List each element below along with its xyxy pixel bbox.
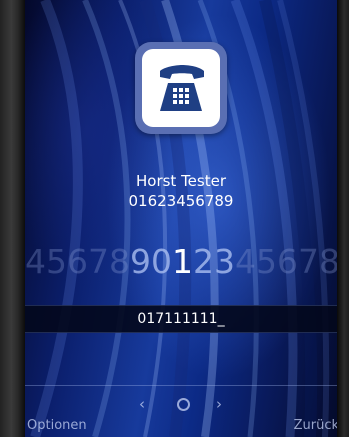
back-softkey[interactable]: Zurück — [294, 418, 337, 434]
digit-option[interactable]: 2 — [193, 244, 214, 280]
nav-left-arrow-icon[interactable]: ‹ — [139, 395, 145, 413]
dial-input-value: 017111111_ — [137, 311, 225, 327]
digit-option[interactable]: 7 — [88, 244, 109, 280]
contact-number: 01623456789 — [128, 192, 234, 210]
digit-option[interactable]: 7 — [298, 244, 319, 280]
dial-input-field[interactable]: 017111111_ — [25, 305, 337, 333]
digit-option[interactable]: 8 — [319, 244, 337, 280]
digit-option[interactable]: 3 — [214, 244, 235, 280]
digit-option[interactable]: 9 — [130, 244, 151, 280]
digit-option[interactable]: 6 — [277, 244, 298, 280]
telephone-icon — [142, 49, 220, 127]
select-circle-icon — [177, 398, 190, 411]
phone-screen: Horst Tester 01623456789 456789012345678… — [25, 0, 337, 437]
digit-option[interactable]: 5 — [256, 244, 277, 280]
digit-selected[interactable]: 1 — [172, 244, 193, 280]
app-icon — [135, 42, 227, 134]
digit-option[interactable]: 4 — [235, 244, 256, 280]
nav-right-arrow-icon[interactable]: › — [216, 395, 222, 413]
digit-option[interactable]: 6 — [67, 244, 88, 280]
options-softkey[interactable]: Optionen — [27, 418, 87, 434]
nav-center-select-icon[interactable] — [177, 395, 190, 411]
digit-option[interactable]: 4 — [25, 244, 46, 280]
digit-option[interactable]: 0 — [151, 244, 172, 280]
softkey-divider — [25, 385, 337, 386]
digit-option[interactable]: 8 — [109, 244, 130, 280]
device-bezel-left — [0, 0, 25, 437]
device-bezel-right — [337, 0, 349, 437]
contact-name: Horst Tester — [135, 172, 227, 190]
digit-picker[interactable]: 456789012345678 — [25, 244, 337, 280]
digit-option[interactable]: 5 — [46, 244, 67, 280]
